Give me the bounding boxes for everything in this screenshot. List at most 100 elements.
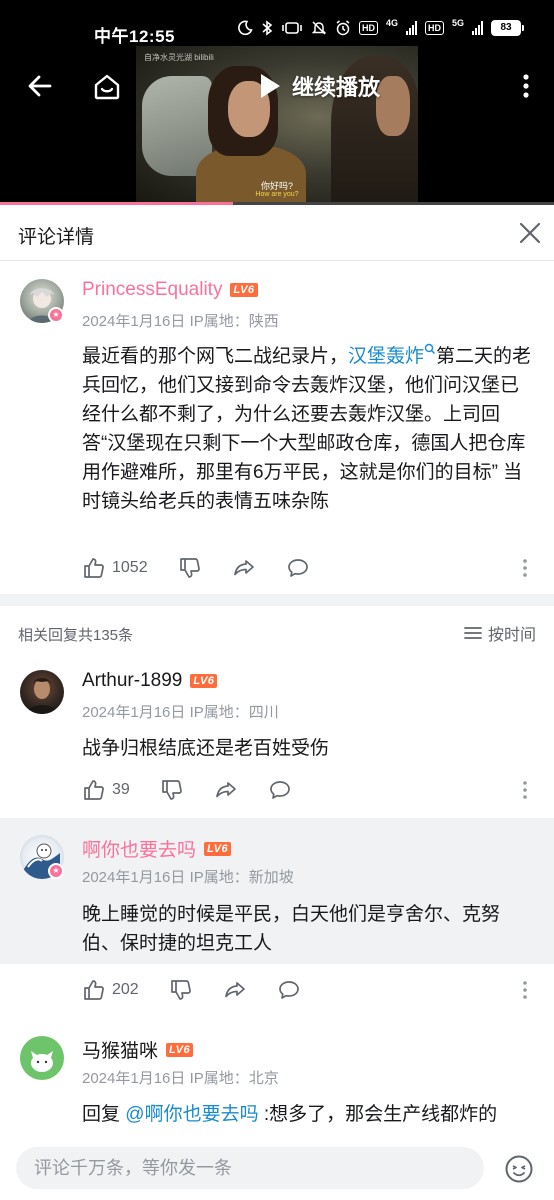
comment-meta: 2024年1月16日 IP属地：北京 [82, 1067, 279, 1088]
search-icon [424, 343, 436, 354]
comment-actions: 39 [82, 777, 534, 803]
comment-date: 2024年1月16日 [82, 313, 186, 330]
comment-date: 2024年1月16日 [82, 869, 186, 886]
thumbs-up-icon [84, 558, 104, 578]
comment-meta: 2024年1月16日 IP属地：陕西 [82, 310, 279, 331]
more-menu-button[interactable] [512, 68, 540, 104]
back-button[interactable] [22, 68, 58, 104]
reply-button[interactable] [268, 778, 292, 802]
comment-text-after: 第二天的老兵回忆，他们又接到命令去轰炸汉堡，他们问汉堡已经什么都不剩了，为什么还… [82, 346, 532, 512]
comment-more-button[interactable] [522, 558, 528, 583]
reply-item: 马猴猫咪 LV6 2024年1月16日 IP属地：北京 回复 @啊你也要去吗 :… [0, 1022, 554, 1138]
thumbs-down-icon [170, 980, 191, 1000]
comment-meta: 2024年1月16日 IP属地：新加坡 [82, 866, 294, 887]
comment-meta: 2024年1月16日 IP属地：四川 [82, 701, 279, 722]
level-badge: LV6 [190, 674, 218, 688]
resume-play-button[interactable]: 继续播放 [258, 68, 380, 104]
status-icons: HD 4G HD 5G 83 [237, 18, 524, 36]
sort-lines-icon [464, 627, 482, 639]
username[interactable]: 啊你也要去吗 [82, 835, 196, 862]
comment-text: :想多了，那会生产线都炸的 [258, 1104, 498, 1125]
reply-button[interactable] [277, 978, 301, 1002]
thumbs-down-icon [179, 558, 200, 578]
hd-badge-2: HD [424, 21, 444, 35]
username[interactable]: 马猴猫咪 [82, 1036, 158, 1063]
status-bar: 中午12:55 HD 4G HD 5G 83 [0, 0, 554, 46]
close-button[interactable] [516, 219, 544, 247]
like-count: 202 [112, 981, 139, 998]
comment-content: 最近看的那个网飞二战纪录片，汉堡轰炸 第二天的老兵回忆，他们又接到命令去轰炸汉堡，… [82, 342, 534, 516]
share-button[interactable] [232, 556, 256, 580]
dislike-button[interactable] [160, 778, 184, 802]
share-button[interactable] [223, 978, 247, 1002]
comment-content: 战争归根结底还是老百姓受伤 [82, 738, 330, 759]
section-divider [0, 594, 554, 606]
avatar[interactable] [20, 1036, 64, 1080]
thumbs-up-icon [84, 980, 104, 1000]
video-watermark: 自净水灵光湖 bilibili [144, 53, 214, 62]
level-badge: LV6 [166, 1042, 194, 1057]
arrow-left-icon [28, 75, 52, 97]
dislike-button[interactable] [178, 556, 202, 580]
video-figure-man-face [376, 76, 410, 136]
vibrate-icon [282, 22, 302, 34]
home-icon [94, 74, 120, 100]
comment-more-button[interactable] [522, 780, 528, 805]
comment-input[interactable] [16, 1147, 484, 1189]
level-badge: LV6 [230, 283, 258, 297]
hd-badge: HD [358, 21, 378, 35]
network-5g-label: 5G [451, 18, 464, 28]
ip-location: IP属地：新加坡 [189, 869, 294, 886]
network-4g-label: 4G [385, 18, 398, 28]
reply-item-actions: 202 [0, 964, 554, 1022]
vip-badge: ★ [48, 307, 64, 323]
comment-actions: 202 [82, 977, 534, 1003]
battery-icon: 83 [491, 20, 524, 36]
username-row: PrincessEquality LV6 [82, 279, 258, 301]
comment-date: 2024年1月16日 [82, 704, 186, 721]
reply-prefix: 回复 [82, 1104, 126, 1125]
comment-actions: 1052 [82, 555, 534, 581]
comment-content: 回复 @啊你也要去吗 :想多了，那会生产线都炸的 [82, 1100, 534, 1129]
home-button[interactable] [88, 68, 126, 106]
like-count: 39 [112, 781, 130, 798]
play-icon [261, 74, 280, 98]
like-button[interactable]: 1052 [82, 556, 148, 580]
like-button[interactable]: 39 [82, 778, 130, 802]
more-vertical-icon [523, 74, 529, 98]
username[interactable]: PrincessEquality [82, 279, 222, 301]
username-row: 马猴猫咪 LV6 [82, 1036, 194, 1063]
share-icon [224, 982, 245, 998]
dislike-button[interactable] [169, 978, 193, 1002]
username[interactable]: Arthur-1899 [82, 670, 182, 692]
replies-header: 相关回复共135条 按时间 [0, 606, 554, 660]
more-vertical-icon [523, 981, 527, 999]
comment-more-button[interactable] [522, 980, 528, 1005]
sort-button[interactable]: 按时间 [464, 621, 536, 645]
ip-location: IP属地：北京 [189, 1070, 279, 1087]
video-player[interactable]: 自净水灵光湖 bilibili 你好吗? How are you? 中午12:5… [0, 0, 554, 205]
more-vertical-icon [523, 559, 527, 577]
like-count: 1052 [112, 559, 148, 576]
search-link[interactable]: 汉堡轰炸 [348, 343, 436, 367]
vip-badge: ★ [48, 863, 64, 879]
share-icon [233, 560, 254, 576]
emoji-icon [505, 1155, 533, 1183]
search-link-label: 汉堡轰炸 [348, 346, 425, 367]
mute-bell-icon [311, 21, 327, 35]
emoji-button[interactable] [504, 1154, 534, 1184]
comment-text-before: 最近看的那个网飞二战纪录片， [82, 346, 349, 367]
username-row: Arthur-1899 LV6 [82, 670, 218, 692]
avatar-art [31, 1051, 53, 1072]
panel-title: 评论详情 [18, 227, 95, 248]
avatar[interactable] [20, 670, 64, 714]
avatar-art [26, 678, 58, 714]
reply-button[interactable] [286, 556, 310, 580]
moon-icon [238, 20, 253, 36]
share-button[interactable] [214, 778, 238, 802]
comment-date: 2024年1月16日 [82, 1070, 186, 1087]
mention-link[interactable]: @啊你也要去吗 [125, 1104, 258, 1125]
like-button[interactable]: 202 [82, 978, 139, 1002]
status-time: 中午12:55 [94, 27, 175, 46]
close-icon [519, 222, 541, 244]
